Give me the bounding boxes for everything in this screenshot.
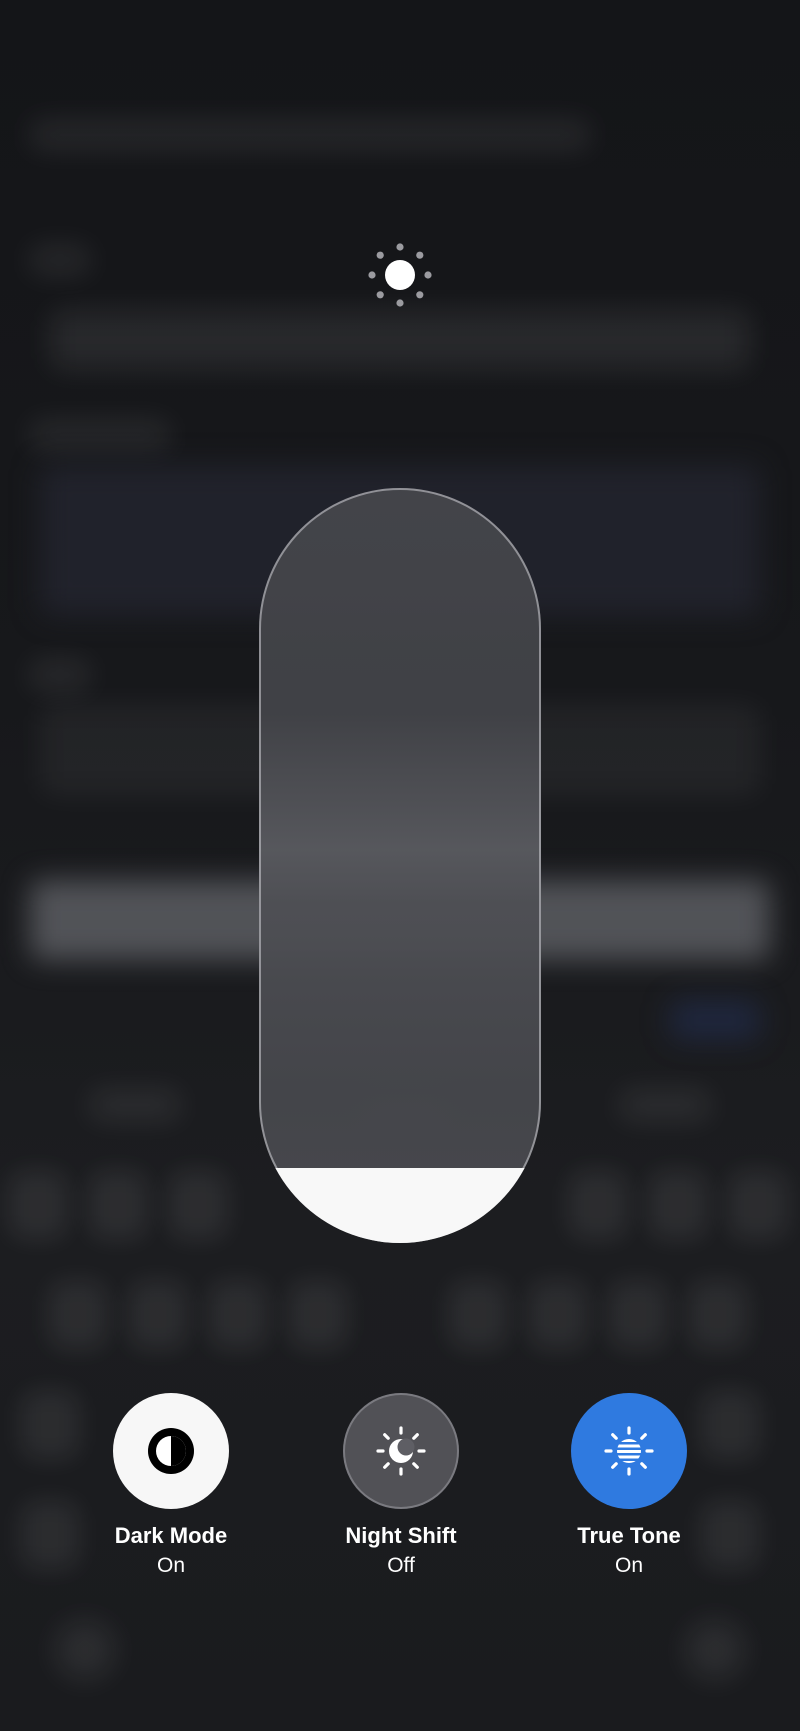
true-tone-state: On [614,1554,643,1577]
true-tone-toggle[interactable]: True Tone On [571,1393,687,1578]
night-shift-toggle[interactable]: Night Shift Off [343,1393,459,1578]
dark-mode-icon [148,1428,194,1474]
dark-mode-button[interactable] [113,1393,229,1509]
brightness-slider-fill [259,1167,541,1243]
sun-icon [368,243,432,307]
control-center-brightness-screen: Dark Mode On Night Shift Off True Tone O… [0,0,800,1731]
brightness-slider[interactable] [259,488,541,1243]
dark-mode-label: Dark Mode [114,1523,228,1548]
dark-mode-toggle[interactable]: Dark Mode On [113,1393,229,1578]
true-tone-button[interactable] [571,1393,687,1509]
night-shift-icon [376,1426,426,1476]
night-shift-button[interactable] [343,1393,459,1509]
night-shift-state: Off [387,1554,415,1577]
night-shift-label: Night Shift [345,1523,457,1548]
true-tone-label: True Tone [577,1523,681,1548]
dark-mode-state: On [156,1554,185,1577]
true-tone-icon [604,1426,654,1476]
